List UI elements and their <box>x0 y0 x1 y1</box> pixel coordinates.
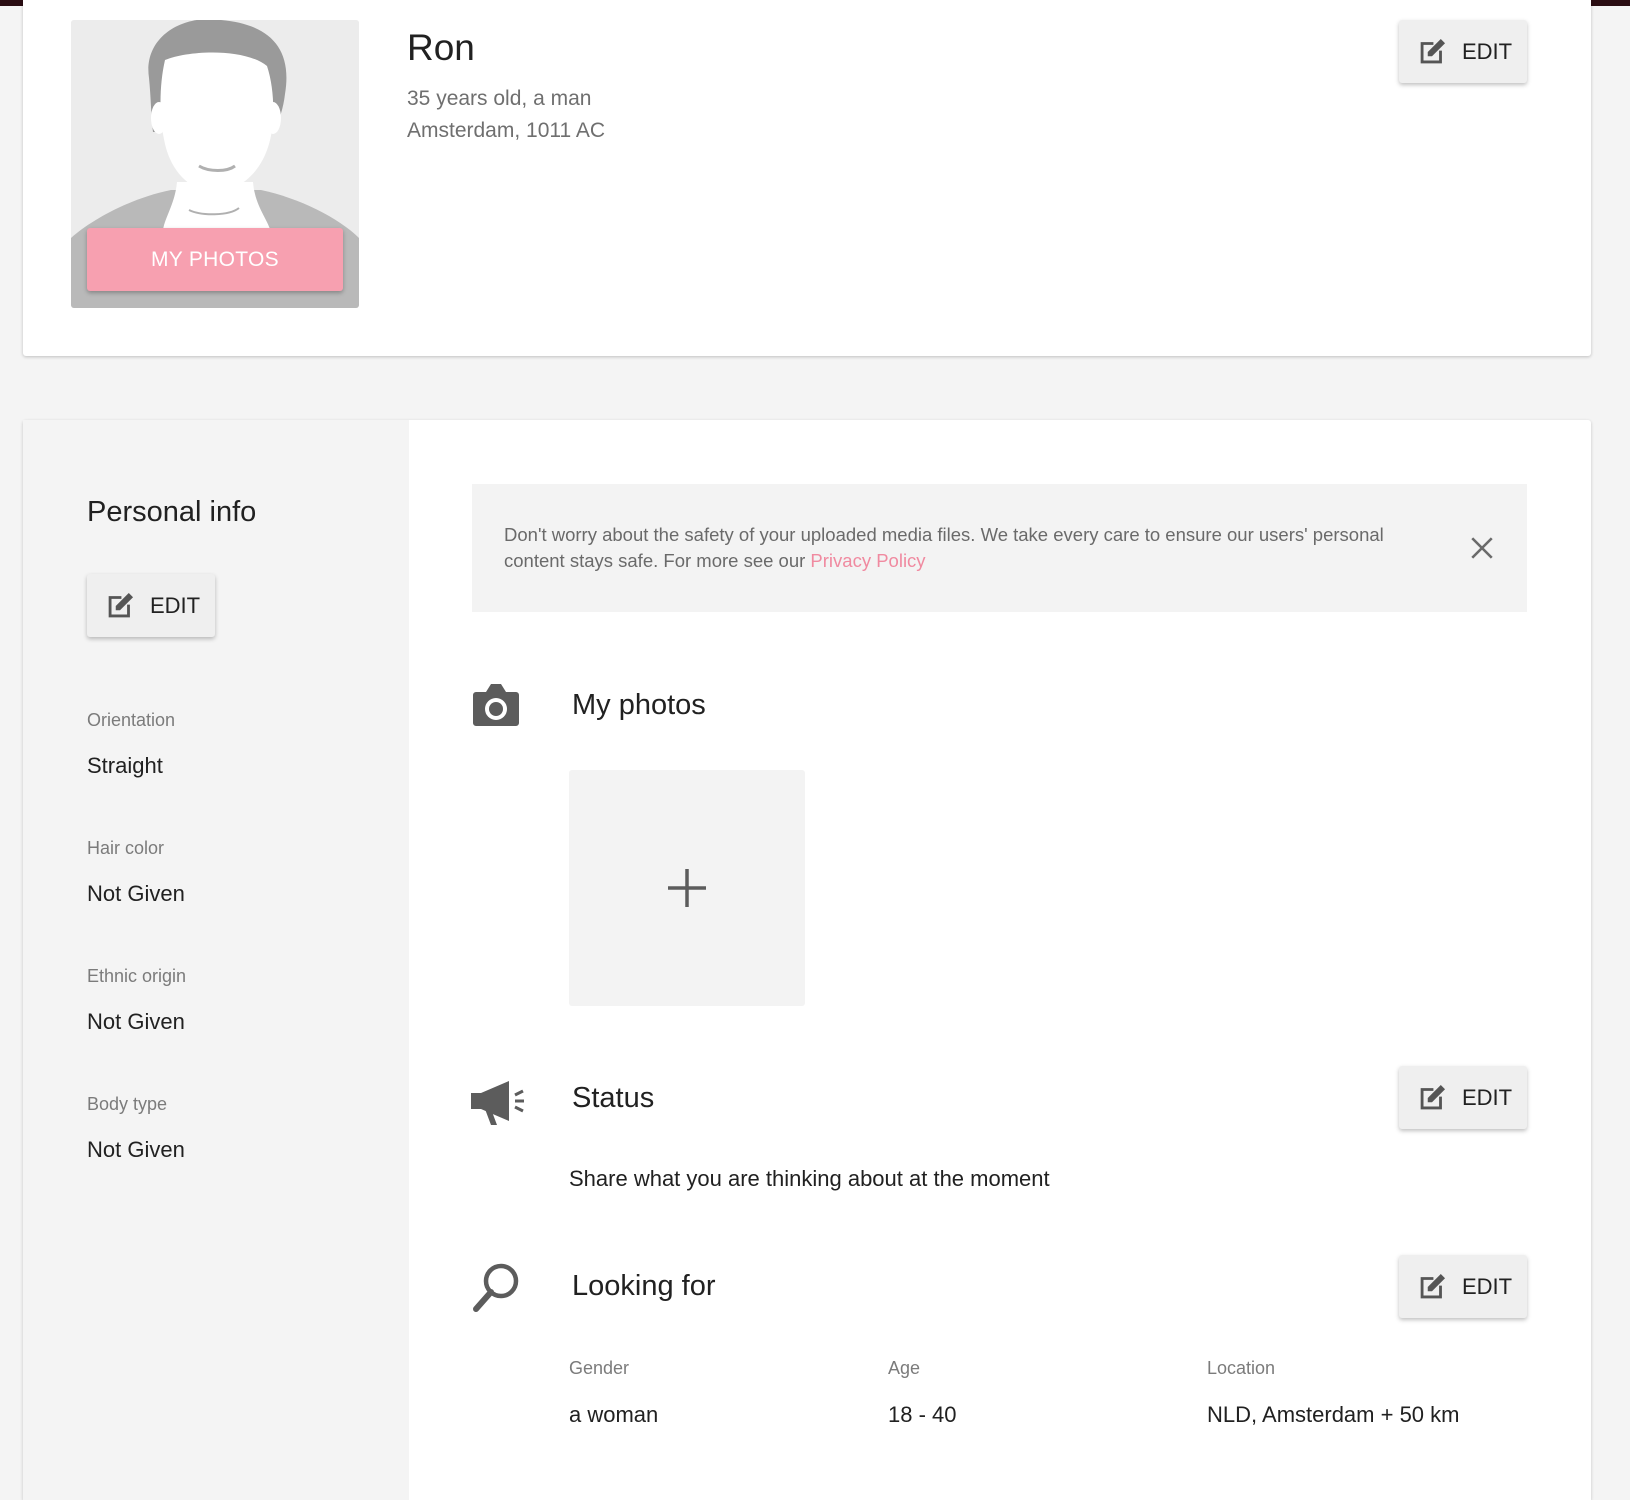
edit-personal-info-button-label: EDIT <box>150 592 201 618</box>
close-icon[interactable] <box>1469 535 1495 561</box>
edit-icon <box>1420 1084 1446 1109</box>
status-text[interactable]: Share what you are thinking about at the… <box>569 1166 1050 1192</box>
age-label: Age <box>888 1358 921 1378</box>
ethnic-origin-value: Not Given <box>87 1009 185 1034</box>
orientation-label: Orientation <box>87 710 176 730</box>
add-photo-button[interactable] <box>569 770 805 1006</box>
edit-status-button-label: EDIT <box>1462 1084 1513 1110</box>
edit-personal-info-button[interactable]: EDIT <box>87 574 215 637</box>
privacy-notice: Don't worry about the safety of your upl… <box>472 484 1527 612</box>
edit-looking-for-button-label: EDIT <box>1462 1273 1513 1299</box>
profile-name: Ron <box>407 27 475 68</box>
edit-icon <box>1420 1273 1446 1298</box>
location-label: Location <box>1207 1358 1276 1378</box>
edit-icon <box>108 592 134 617</box>
profile-age-gender: 35 years old, a man <box>407 87 592 110</box>
personal-info-sidebar: Personal info EDIT Orientation Straight … <box>23 420 409 1500</box>
body-type-value: Not Given <box>87 1137 185 1162</box>
gender-value: a woman <box>569 1402 659 1427</box>
search-icon <box>473 1263 519 1312</box>
edit-profile-button-label: EDIT <box>1462 38 1513 64</box>
location-value: NLD, Amsterdam + 50 km <box>1207 1402 1460 1427</box>
profile-header-card: MY PHOTOS Ron 35 years old, a man Amster… <box>23 0 1591 356</box>
profile-details-card: Personal info EDIT Orientation Straight … <box>23 420 1591 1500</box>
looking-for-title: Looking for <box>572 1270 716 1302</box>
gender-label: Gender <box>569 1358 630 1378</box>
privacy-notice-text: Don't worry about the safety of your upl… <box>504 524 1384 571</box>
my-photos-title: My photos <box>572 689 706 721</box>
edit-profile-button[interactable]: EDIT <box>1399 20 1527 83</box>
my-photos-button-label: MY PHOTOS <box>151 247 279 271</box>
camera-icon <box>473 684 519 726</box>
orientation-value: Straight <box>87 753 163 778</box>
plus-icon <box>668 869 706 907</box>
hair-color-label: Hair color <box>87 838 165 858</box>
personal-info-title: Personal info <box>87 496 257 528</box>
hair-color-value: Not Given <box>87 881 185 906</box>
megaphone-icon <box>471 1081 524 1125</box>
edit-looking-for-button[interactable]: EDIT <box>1399 1255 1527 1318</box>
my-photos-button[interactable]: MY PHOTOS <box>87 228 343 291</box>
edit-status-button[interactable]: EDIT <box>1399 1066 1527 1129</box>
age-value: 18 - 40 <box>888 1402 957 1427</box>
privacy-policy-link[interactable]: Privacy Policy <box>810 550 925 571</box>
status-title: Status <box>572 1082 655 1114</box>
body-type-label: Body type <box>87 1094 168 1114</box>
ethnic-origin-label: Ethnic origin <box>87 966 187 986</box>
profile-location: Amsterdam, 1011 AC <box>407 119 606 142</box>
edit-icon <box>1420 38 1446 63</box>
